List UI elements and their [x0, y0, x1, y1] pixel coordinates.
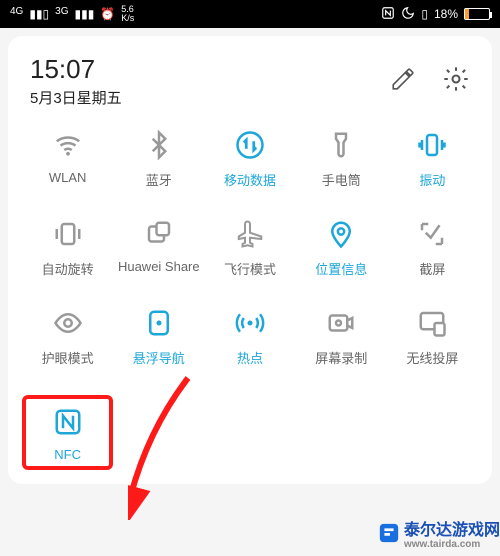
mobile-data-icon: [228, 128, 272, 162]
edit-icon[interactable]: [390, 66, 416, 97]
settings-icon[interactable]: [442, 65, 470, 98]
wifi-icon: [46, 128, 90, 162]
time-label: 15:07: [30, 54, 122, 85]
network-3g-label: 3G: [55, 6, 68, 22]
bluetooth-icon: [137, 128, 181, 162]
wireless-projection-icon: [410, 306, 454, 340]
tile-huawei-share[interactable]: Huawei Share: [113, 217, 204, 278]
tile-hotspot[interactable]: 热点: [204, 306, 295, 367]
tile-label: 蓝牙: [146, 170, 172, 189]
network-4g-label: 4G: [10, 6, 23, 22]
flashlight-icon: [319, 128, 363, 162]
screen-record-icon: [319, 306, 363, 340]
tile-label: 振动: [419, 170, 445, 189]
alarm-icon: ⏰: [100, 7, 115, 21]
tile-label: 位置信息: [315, 259, 367, 278]
vibrate-icon: [410, 128, 454, 162]
battery-icon: [464, 8, 490, 20]
tile-label: 无线投屏: [406, 348, 458, 367]
nfc-icon: [46, 405, 90, 439]
tile-label: WLAN: [49, 170, 87, 185]
tile-airplane[interactable]: 飞行模式: [204, 217, 295, 278]
hotspot-icon: [228, 306, 272, 340]
tile-label: 屏幕录制: [315, 348, 367, 367]
tile-label: 飞行模式: [224, 259, 276, 278]
date-label: 5月3日星期五: [30, 87, 122, 108]
tile-label: NFC: [54, 447, 81, 462]
quick-settings-panel: 15:07 5月3日星期五 WLAN 蓝牙: [8, 36, 492, 484]
tile-flashlight[interactable]: 手电筒: [296, 128, 387, 189]
watermark-text: 泰尔达游戏网: [404, 516, 500, 540]
tile-screenshot[interactable]: 截屏: [387, 217, 478, 278]
tile-label: 移动数据: [224, 170, 276, 189]
watermark-logo-icon: [378, 522, 400, 544]
tile-location[interactable]: 位置信息: [296, 217, 387, 278]
panel-header: 15:07 5月3日星期五: [22, 54, 478, 108]
status-bar: 4G ▮▮▯ 3G ▮▮▮ ⏰ 5.6 K/s ▯ 18%: [0, 0, 500, 28]
tile-label: 护眼模式: [42, 348, 94, 367]
tile-wireless-projection[interactable]: 无线投屏: [387, 306, 478, 367]
tile-bluetooth[interactable]: 蓝牙: [113, 128, 204, 189]
battery-saver-icon: ▯: [421, 7, 428, 21]
tile-label: 截屏: [419, 259, 445, 278]
signal-bars-1-icon: ▮▮▯: [29, 7, 49, 21]
dnd-icon: [401, 6, 415, 23]
tile-label: 热点: [237, 348, 263, 367]
tile-label: 自动旋转: [42, 259, 94, 278]
auto-rotate-icon: [46, 217, 90, 251]
battery-percent: 18%: [434, 7, 458, 21]
tile-screen-record[interactable]: 屏幕录制: [296, 306, 387, 367]
header-actions: [390, 65, 470, 98]
floating-nav-icon: [137, 306, 181, 340]
tile-vibrate[interactable]: 振动: [387, 128, 478, 189]
tile-floating-nav[interactable]: 悬浮导航: [113, 306, 204, 367]
watermark-url: www.tairda.com: [404, 540, 500, 550]
location-icon: [319, 217, 363, 251]
tile-label: 悬浮导航: [133, 348, 185, 367]
tile-nfc[interactable]: NFC: [22, 395, 113, 470]
tiles-grid: WLAN 蓝牙 移动数据 手电筒 振动: [22, 128, 478, 470]
huawei-share-icon: [137, 217, 181, 251]
nfc-status-icon: [381, 6, 395, 23]
status-left: 4G ▮▮▯ 3G ▮▮▮ ⏰ 5.6 K/s: [10, 5, 134, 23]
eye-comfort-icon: [46, 306, 90, 340]
airplane-icon: [228, 217, 272, 251]
tile-label: 手电筒: [322, 170, 361, 189]
signal-bars-2-icon: ▮▮▮: [75, 7, 95, 21]
watermark: 泰尔达游戏网 www.tairda.com: [378, 516, 500, 550]
network-speed: 5.6 K/s: [121, 5, 134, 23]
tile-wlan[interactable]: WLAN: [22, 128, 113, 189]
tile-mobile-data[interactable]: 移动数据: [204, 128, 295, 189]
status-right: ▯ 18%: [381, 6, 490, 23]
screenshot-icon: [410, 217, 454, 251]
tile-auto-rotate[interactable]: 自动旋转: [22, 217, 113, 278]
datetime-block[interactable]: 15:07 5月3日星期五: [30, 54, 122, 108]
tile-eye-comfort[interactable]: 护眼模式: [22, 306, 113, 367]
tile-label: Huawei Share: [118, 259, 200, 274]
